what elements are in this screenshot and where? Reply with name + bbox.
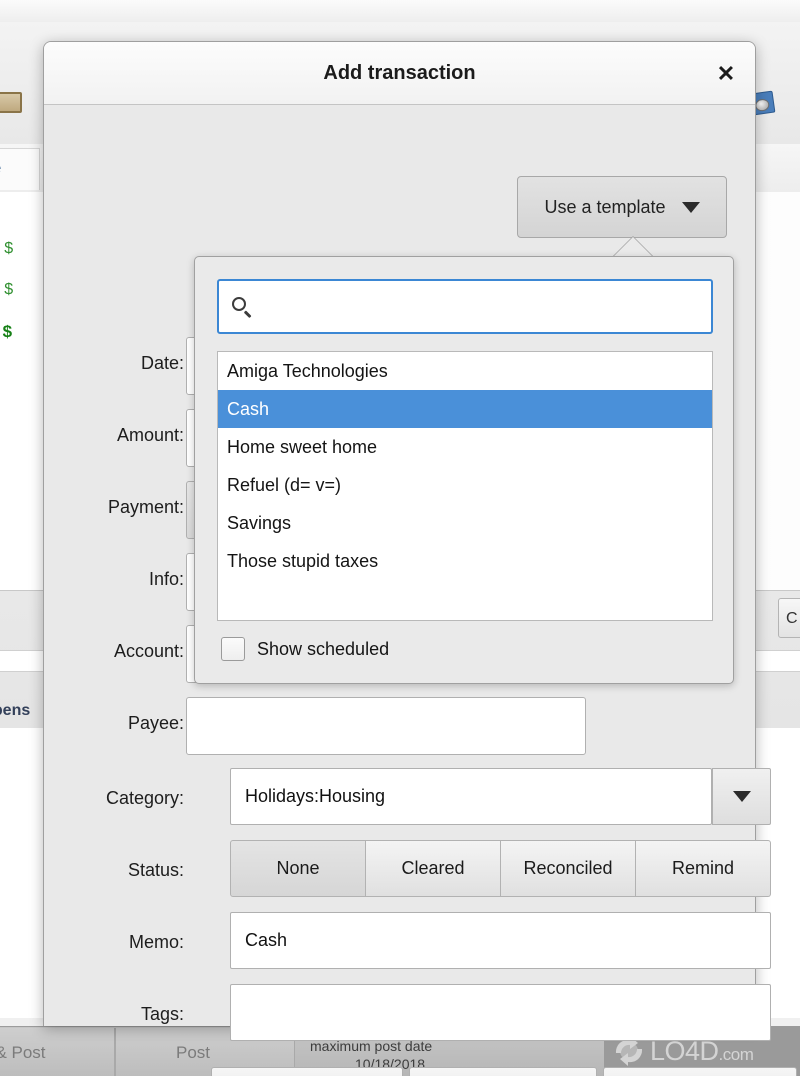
status-option-remind[interactable]: Remind [636, 840, 771, 897]
list-item[interactable]: Cash [218, 390, 712, 428]
screen: rts re 34 $ 66 $ 00 $ xpens C t & Post P… [0, 0, 800, 1076]
list-item[interactable]: Those stupid taxes [218, 542, 712, 580]
list-item[interactable]: Refuel (d= v=) [218, 466, 712, 504]
summary-amount-2: 66 $ [0, 281, 14, 298]
background-expenses-label: xpens [0, 702, 31, 719]
show-scheduled-label: Show scheduled [257, 638, 390, 659]
add-button[interactable]: Add [603, 1067, 797, 1076]
background-right-button-label: C [786, 610, 798, 627]
chevron-down-icon [732, 791, 751, 802]
memo-value: Cash [245, 930, 288, 950]
template-search-input[interactable] [253, 296, 711, 317]
category-input[interactable]: Holidays:Housing [230, 768, 712, 825]
status-option-none[interactable]: None [230, 840, 366, 897]
status-post-label: Post [176, 1043, 211, 1062]
label-payment: Payment: [107, 497, 184, 517]
list-item[interactable]: Home sweet home [218, 428, 712, 466]
lo4d-suffix: .com [718, 1044, 754, 1064]
label-account: Account: [113, 641, 184, 661]
use-a-template-button[interactable]: Use a template [517, 176, 727, 238]
label-info: Info: [148, 569, 184, 589]
label-amount: Amount: [116, 425, 184, 445]
close-icon[interactable]: ✕ [711, 59, 741, 89]
label-status: Status: [127, 860, 184, 880]
briefcase-icon[interactable] [0, 88, 24, 114]
dialog-body: Date: Amount: Payment: Info: Account: Pa… [44, 106, 797, 1076]
status-option-reconciled[interactable]: Reconciled [501, 840, 636, 897]
background-menubar [0, 0, 800, 23]
checkbox-icon[interactable] [221, 637, 245, 661]
label-category: Category: [105, 788, 184, 808]
add-transaction-dialog: Add transaction ✕ Date: Amount: Payment:… [43, 41, 797, 1076]
background-subtab-active[interactable] [0, 148, 40, 190]
category-value: Holidays:Housing [245, 786, 386, 806]
label-date: Date: [140, 353, 184, 373]
dialog-title: Add transaction [323, 62, 476, 84]
status-add-and-post-label: t & Post [0, 1043, 46, 1062]
template-list[interactable]: Amiga Technologies Cash Home sweet home … [217, 351, 713, 621]
template-search-box[interactable] [217, 279, 713, 334]
add-and-keep-button[interactable]: Add & keep [409, 1067, 597, 1076]
tags-input[interactable] [230, 984, 771, 1041]
payee-field[interactable] [186, 697, 586, 755]
chevron-down-icon [681, 201, 700, 213]
memo-input[interactable]: Cash [230, 912, 771, 969]
status-option-cleared[interactable]: Cleared [366, 840, 501, 897]
dialog-titlebar: Add transaction ✕ [44, 42, 755, 105]
label-memo: Memo: [128, 932, 184, 952]
list-item[interactable]: Amiga Technologies [218, 352, 712, 390]
summary-amount-total: 00 $ [0, 322, 13, 341]
background-subtab-label: re [0, 160, 1, 178]
list-item[interactable]: Savings [218, 504, 712, 542]
label-payee: Payee: [127, 713, 184, 733]
label-tags: Tags: [140, 1004, 184, 1024]
show-scheduled-checkbox[interactable]: Show scheduled [221, 637, 389, 661]
summary-amount-1: 34 $ [0, 240, 14, 257]
use-a-template-label: Use a template [544, 196, 666, 217]
category-dropdown-button[interactable] [712, 768, 771, 825]
status-segmented-control: None Cleared Reconciled Remind [230, 840, 771, 897]
close-button[interactable]: Close [211, 1067, 403, 1076]
search-icon [231, 296, 253, 318]
template-popup: Amiga Technologies Cash Home sweet home … [194, 256, 734, 684]
